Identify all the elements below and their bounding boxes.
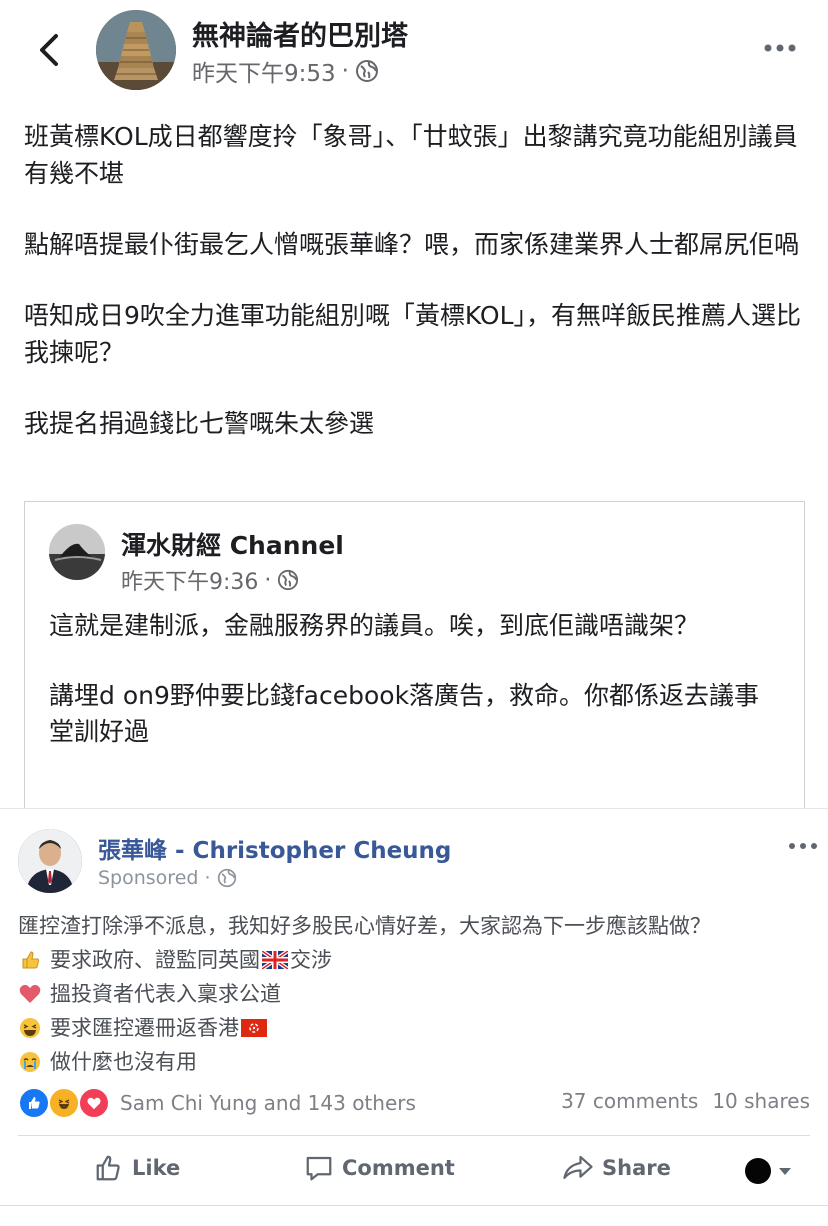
- chevron-left-icon: [40, 34, 58, 66]
- thumbs-up-outline-icon: [96, 1155, 120, 1181]
- ad-share-action: Share: [562, 1153, 671, 1183]
- ad-option-text-after: 交涉: [290, 948, 332, 972]
- reactions-text: Sam Chi Yung and 143 others: [120, 1091, 416, 1115]
- ad-option: 要求政府、證監同英國 交涉: [18, 943, 818, 977]
- hk-flag-icon: [241, 1019, 267, 1037]
- laughing-face-icon: [18, 1016, 42, 1040]
- thumbs-up-icon: [18, 948, 42, 972]
- post-paragraph: 唔知成日9吹全力進軍功能組別嘅「黃標KOL」，有無咩飯民推薦人選比我揀呢？: [24, 301, 802, 367]
- haha-reaction-icon: [48, 1087, 80, 1119]
- crying-face-icon: [18, 1050, 42, 1074]
- shared-paragraph: 這就是建制派，金融服務界的議員。唉，到底佢識唔識架？: [49, 611, 700, 640]
- ad-option: 做什麼也沒有用: [18, 1045, 818, 1079]
- divider: [18, 1135, 810, 1136]
- post-timestamp[interactable]: 昨天下午9:53: [192, 54, 336, 88]
- comment-label: Comment: [342, 1156, 455, 1180]
- shared-page-name[interactable]: 渾水財經 Channel: [121, 526, 344, 562]
- ad-option: 搵投資者代表入稟求公道: [18, 977, 818, 1011]
- sponsored-label: Sponsored: [98, 867, 199, 889]
- page-name[interactable]: 無神論者的巴別塔: [192, 14, 408, 53]
- back-button[interactable]: [30, 30, 70, 70]
- ad-advertiser-name: 張華峰 - Christopher Cheung: [98, 838, 452, 864]
- ad-option-text: 要求匯控遷冊返香港: [50, 1016, 239, 1040]
- ad-counts: 37 comments 10 shares: [561, 1089, 810, 1113]
- shark-fin-image: [49, 524, 105, 580]
- post-paragraph: 我提名捐過錢比七警嘅朱太參選: [24, 409, 375, 438]
- globe-icon: [217, 868, 236, 888]
- post-paragraph: 點解唔提最仆街最乞人憎嘅張華峰？喂，而家係建業界人士都屌尻佢喎: [24, 230, 800, 259]
- audience-selector: [744, 1157, 792, 1185]
- more-options-button[interactable]: [762, 38, 802, 58]
- ad-body: 匯控渣打除淨不派息，我知好多股民心情好差，大家認為下一步應該點做？ 要求政府、證…: [18, 909, 818, 1079]
- ad-meta: Sponsored ·: [98, 867, 237, 889]
- shared-timestamp[interactable]: 昨天下午9:36: [121, 564, 258, 596]
- share-label: Share: [602, 1156, 671, 1180]
- shared-post-card[interactable]: 渾水財經 Channel 昨天下午9:36 · 這就是建制派，金融服務界的議員。…: [24, 501, 805, 812]
- comment-bubble-icon: [306, 1156, 332, 1181]
- ad-intro: 匯控渣打除淨不派息，我知好多股民心情好差，大家認為下一步應該點做？: [18, 914, 711, 938]
- ad-option-text: 搵投資者代表入稟求公道: [50, 982, 281, 1006]
- caret-down-icon: [779, 1168, 791, 1175]
- man-in-suit-image: [18, 829, 82, 893]
- shared-post-meta: 昨天下午9:36 ·: [121, 564, 299, 596]
- globe-icon: [355, 60, 378, 82]
- ad-comment-action: Comment: [304, 1153, 455, 1183]
- profile-circle-icon: [745, 1158, 771, 1184]
- comments-count: 37 comments: [561, 1089, 699, 1113]
- ad-avatar: [18, 829, 82, 893]
- post-paragraph: 班黃標KOL成日都響度拎「象哥」、「廿蚊張」出黎講究竟功能組別議員有幾不堪: [24, 122, 798, 188]
- ad-option: 要求匯控遷冊返香港: [18, 1011, 818, 1045]
- post-body: 班黃標KOL成日都響度拎「象哥」、「廿蚊張」出黎講究竟功能組別議員有幾不堪 點解…: [24, 118, 814, 476]
- ad-like-action: Like: [94, 1153, 180, 1183]
- sponsored-ad-screenshot: 張華峰 - Christopher Cheung Sponsored · 匯控渣…: [0, 808, 828, 1226]
- like-reaction-icon: [18, 1087, 50, 1119]
- divider: [0, 1205, 828, 1206]
- meta-separator: ·: [264, 567, 272, 593]
- ad-option-text: 做什麼也沒有用: [50, 1050, 197, 1074]
- shared-post-body: 這就是建制派，金融服務界的議員。唉，到底佢識唔識架？ 講埋d on9野仲要比錢f…: [49, 608, 779, 784]
- post-meta: 昨天下午9:53 ·: [192, 54, 379, 88]
- love-reaction-icon: [78, 1087, 110, 1119]
- ad-action-bar: Like Comment Share: [0, 1145, 828, 1197]
- tower-of-babel-image: [96, 10, 176, 90]
- share-arrow-icon: [563, 1155, 593, 1179]
- uk-flag-icon: [262, 951, 288, 969]
- heart-icon: [18, 982, 42, 1006]
- ad-option-text: 要求政府、證監同英國: [50, 948, 260, 972]
- shares-count: 10 shares: [712, 1089, 810, 1113]
- globe-icon: [278, 569, 299, 591]
- ad-ellipsis-icon: [788, 837, 818, 849]
- page-avatar[interactable]: [96, 10, 176, 90]
- meta-separator: ·: [341, 58, 349, 84]
- ellipsis-icon: [764, 44, 796, 52]
- meta-separator: ·: [204, 867, 211, 889]
- shared-paragraph: 講埋d on9野仲要比錢facebook落廣告，救命。你都係返去議事堂訓好過: [49, 681, 760, 746]
- ad-reactions: Sam Chi Yung and 143 others: [18, 1087, 416, 1119]
- shared-page-avatar[interactable]: [49, 524, 105, 580]
- like-label: Like: [132, 1156, 181, 1180]
